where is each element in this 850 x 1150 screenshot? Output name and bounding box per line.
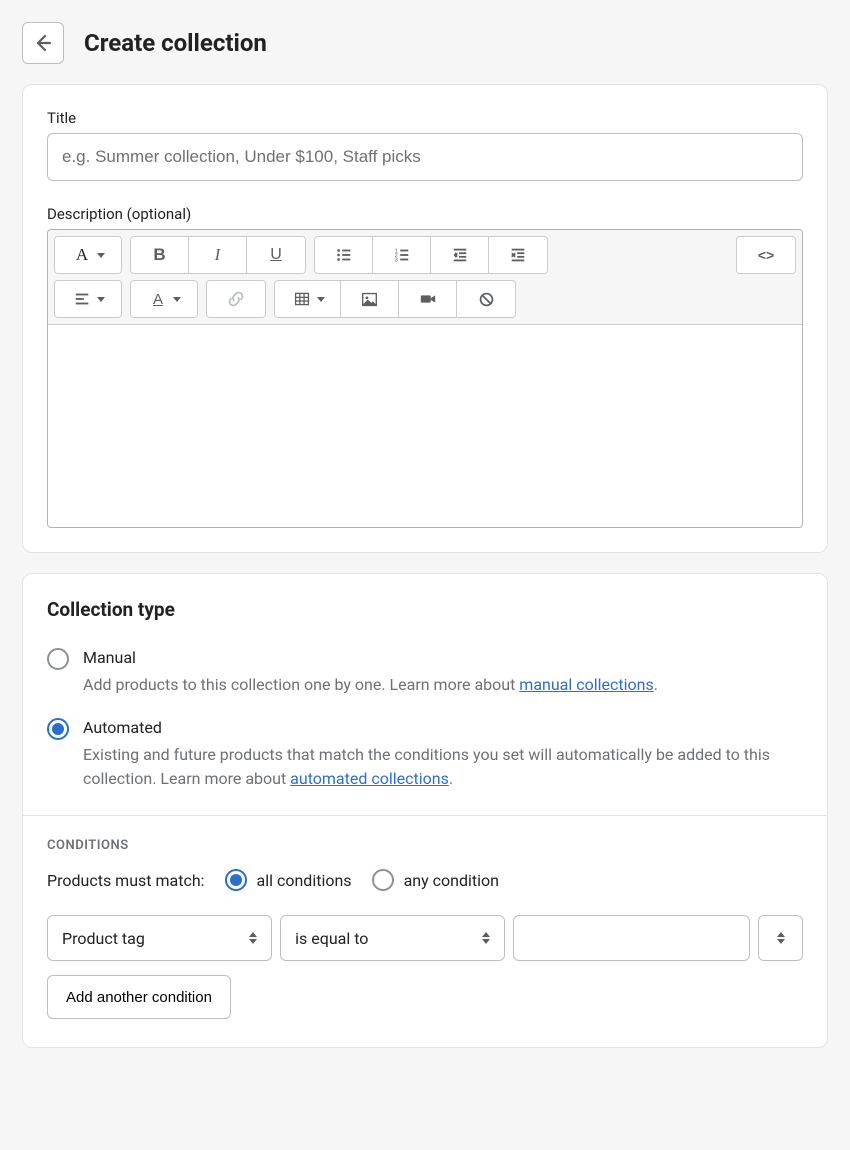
table-icon [293, 290, 311, 308]
text-color-icon: A [149, 290, 167, 308]
match-label: Products must match: [47, 871, 205, 890]
image-icon [361, 290, 379, 308]
conditions-heading: CONDITIONS [47, 838, 803, 853]
text-color-button[interactable]: A [131, 281, 197, 317]
match-all-option[interactable]: all conditions [225, 869, 352, 891]
collection-type-manual-option[interactable]: Manual Add products to this collection o… [47, 647, 803, 697]
select-arrows-icon [482, 932, 490, 944]
video-button[interactable] [399, 281, 457, 317]
bold-button[interactable]: B [131, 237, 189, 273]
page-title: Create collection [84, 29, 267, 57]
collection-type-card: Collection type Manual Add products to t… [22, 573, 828, 1048]
numbered-list-button[interactable]: 123 [373, 237, 431, 273]
outdent-button[interactable] [431, 237, 489, 273]
collection-type-automated-option[interactable]: Automated Existing and future products t… [47, 717, 803, 791]
description-label: Description (optional) [47, 205, 803, 223]
condition-field-value: Product tag [62, 929, 145, 948]
details-card: Title Description (optional) A B I U [22, 84, 828, 553]
outdent-icon [451, 246, 469, 264]
underline-button[interactable]: U [247, 237, 305, 273]
match-all-label: all conditions [257, 871, 352, 890]
radio-automated[interactable] [47, 718, 69, 740]
select-arrows-icon [777, 932, 785, 944]
condition-value-input[interactable] [513, 915, 750, 961]
chevron-down-icon [97, 253, 105, 258]
code-icon: <> [757, 246, 775, 264]
align-button[interactable] [55, 281, 121, 317]
bullet-list-icon [335, 246, 353, 264]
match-any-label: any condition [404, 871, 499, 890]
paragraph-style-button[interactable]: A [55, 237, 121, 273]
no-sign-icon [477, 290, 495, 308]
condition-row: Product tag is equal to [47, 915, 803, 961]
clear-formatting-button[interactable] [457, 281, 515, 317]
indent-button[interactable] [489, 237, 547, 273]
bullet-list-button[interactable] [315, 237, 373, 273]
condition-field-select[interactable]: Product tag [47, 915, 272, 961]
link-icon [227, 290, 245, 308]
html-view-button[interactable]: <> [737, 237, 795, 273]
svg-text:3: 3 [394, 257, 397, 263]
chevron-down-icon [317, 297, 325, 302]
italic-icon: I [209, 246, 227, 264]
editor-toolbar: A B I U [48, 230, 802, 325]
collection-type-heading: Collection type [47, 598, 803, 621]
title-input[interactable] [47, 133, 803, 181]
manual-collections-link[interactable]: manual collections [519, 675, 653, 694]
chevron-down-icon [173, 297, 181, 302]
numbered-list-icon: 123 [393, 246, 411, 264]
back-button[interactable] [22, 22, 64, 64]
condition-extra-button[interactable] [758, 915, 803, 961]
bold-icon: B [151, 246, 169, 264]
condition-operator-select[interactable]: is equal to [280, 915, 505, 961]
table-button[interactable] [275, 281, 341, 317]
radio-match-all[interactable] [225, 869, 247, 891]
arrow-left-icon [33, 33, 53, 53]
manual-description: Add products to this collection one by o… [83, 673, 803, 697]
divider [23, 815, 827, 816]
match-any-option[interactable]: any condition [372, 869, 499, 891]
title-label: Title [47, 109, 803, 127]
manual-label: Manual [83, 647, 803, 669]
font-style-icon: A [73, 246, 91, 264]
description-editor: A B I U [47, 229, 803, 528]
indent-icon [509, 246, 527, 264]
image-button[interactable] [341, 281, 399, 317]
automated-collections-link[interactable]: automated collections [290, 769, 449, 788]
underline-icon: U [267, 246, 285, 264]
italic-button[interactable]: I [189, 237, 247, 273]
automated-label: Automated [83, 717, 803, 739]
radio-manual[interactable] [47, 648, 69, 670]
match-row: Products must match: all conditions any … [47, 869, 803, 891]
add-condition-button[interactable]: Add another condition [47, 975, 231, 1019]
description-textarea[interactable] [48, 325, 802, 523]
chevron-down-icon [97, 297, 105, 302]
link-button[interactable] [207, 281, 265, 317]
video-icon [419, 290, 437, 308]
select-arrows-icon [249, 932, 257, 944]
condition-operator-value: is equal to [295, 929, 368, 948]
radio-match-any[interactable] [372, 869, 394, 891]
automated-description: Existing and future products that match … [83, 743, 803, 791]
align-left-icon [73, 290, 91, 308]
